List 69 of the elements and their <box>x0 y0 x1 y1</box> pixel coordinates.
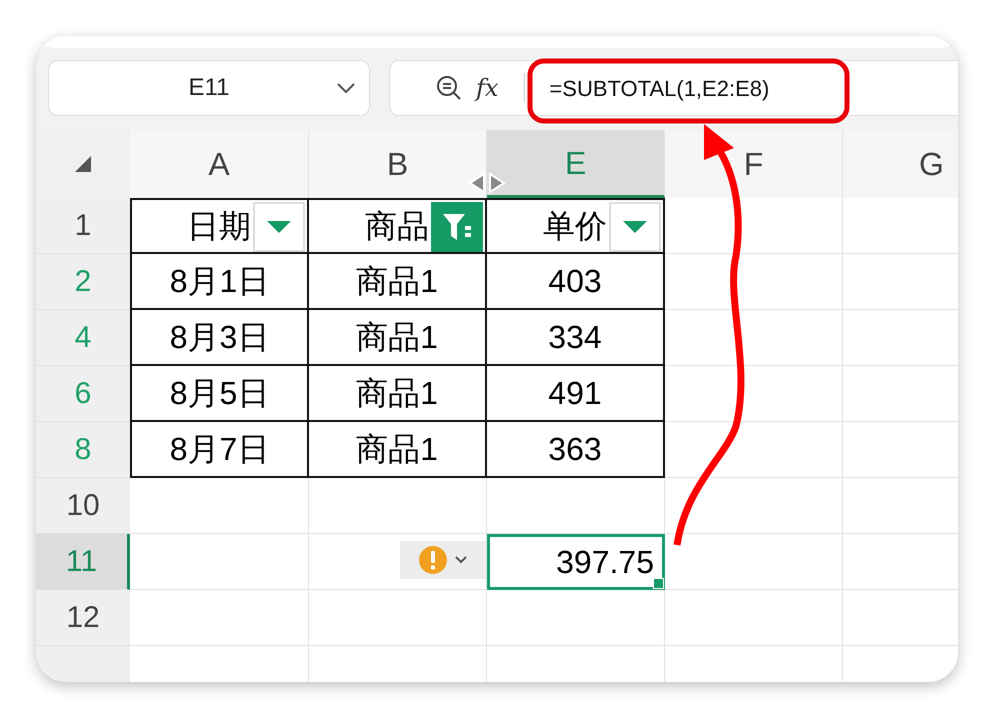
grid-cell[interactable] <box>130 590 309 646</box>
row-header[interactable]: 1 <box>36 198 130 254</box>
cell-value: 363 <box>548 430 602 469</box>
function-button[interactable]: fx <box>476 70 498 106</box>
grid-cell[interactable] <box>665 198 843 254</box>
grid-cell[interactable] <box>130 534 309 590</box>
grid-cell[interactable] <box>130 478 309 534</box>
grid-cell[interactable]: 8月5日 <box>130 366 309 422</box>
cell-value: 491 <box>548 374 602 413</box>
grid-cell[interactable]: 363 <box>487 422 665 478</box>
grid-cell[interactable]: 8月7日 <box>130 422 309 478</box>
dropdown-arrow-icon <box>266 220 292 234</box>
grid-cell[interactable]: 334 <box>487 310 665 366</box>
grid-cell[interactable] <box>665 254 843 310</box>
grid-cell[interactable]: 日期 <box>130 198 309 254</box>
fill-handle[interactable] <box>653 578 664 589</box>
cell-value: 商品1 <box>356 430 438 469</box>
select-all-icon[interactable] <box>74 155 92 173</box>
grid-cell[interactable]: 403 <box>487 254 665 310</box>
grid-cell[interactable]: 8月1日 <box>130 254 309 310</box>
column-title: 商品 <box>365 207 429 246</box>
filter-button[interactable] <box>431 202 483 252</box>
row-header[interactable]: 10 <box>36 478 130 534</box>
grid-cell[interactable] <box>665 422 843 478</box>
cell-reference: E11 <box>188 73 230 103</box>
row-header[interactable]: 12 <box>36 590 130 646</box>
grid-cell[interactable] <box>665 534 843 590</box>
cell-value: 403 <box>548 262 602 301</box>
grid-cell[interactable]: 商品1 <box>309 310 487 366</box>
cell-value: 8月5日 <box>170 374 270 413</box>
grid-cell[interactable] <box>309 478 487 534</box>
cell-value: 8月3日 <box>170 318 270 357</box>
grid-cell[interactable]: 8月3日 <box>130 310 309 366</box>
grid-cell[interactable]: 商品 <box>309 198 487 254</box>
cell-value: 8月1日 <box>170 262 270 301</box>
chevron-down-icon <box>455 556 467 564</box>
grid-cell[interactable]: 商品1 <box>309 366 487 422</box>
grid-cell[interactable] <box>309 534 487 590</box>
grid-cell[interactable] <box>665 590 843 646</box>
cell-value: 商品1 <box>356 262 438 301</box>
grid-cell[interactable]: 491 <box>487 366 665 422</box>
cell-value: 397.75 <box>556 542 654 582</box>
selected-cell[interactable]: 397.75 <box>487 534 665 590</box>
grid-cell[interactable] <box>665 366 843 422</box>
formula-text[interactable]: =SUBTOTAL(1,E2:E8) <box>539 72 780 104</box>
column-title: 日期 <box>187 207 251 246</box>
cell-value: 8月7日 <box>170 430 270 469</box>
name-box[interactable]: E11 <box>48 60 370 116</box>
grid-cell[interactable]: 商品1 <box>309 422 487 478</box>
grid-cell[interactable]: 单价 <box>487 198 665 254</box>
error-indicator-button[interactable] <box>400 541 486 579</box>
dropdown-arrow-icon <box>622 220 648 234</box>
column-title: 单价 <box>543 207 607 246</box>
chevron-down-icon <box>337 83 355 93</box>
grid-cell[interactable] <box>487 590 665 646</box>
zoom-out-icon[interactable] <box>436 75 462 101</box>
column-header[interactable]: B <box>309 130 487 198</box>
cell-value: 334 <box>548 318 602 357</box>
grid-cell[interactable] <box>665 478 843 534</box>
grid-cell[interactable] <box>309 590 487 646</box>
grid-cell[interactable] <box>487 478 665 534</box>
warning-icon <box>419 546 447 574</box>
grid-cell[interactable]: 商品1 <box>309 254 487 310</box>
column-header[interactable]: A <box>130 130 309 198</box>
cell-value: 商品1 <box>356 374 438 413</box>
grid-cell[interactable] <box>665 310 843 366</box>
column-header[interactable]: G <box>843 130 958 198</box>
column-header[interactable]: F <box>665 130 843 198</box>
cell-value: 商品1 <box>356 318 438 357</box>
